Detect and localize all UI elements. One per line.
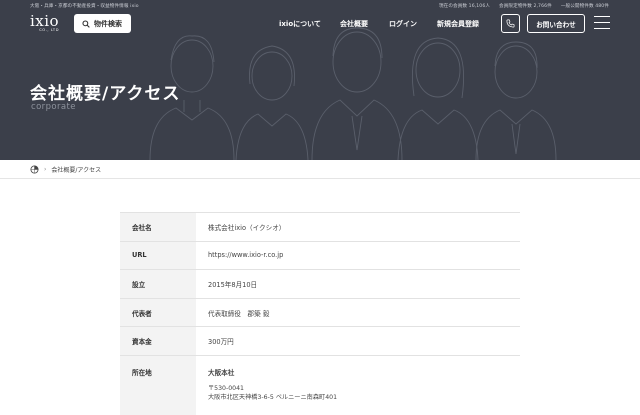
site-tagline: 大阪・兵庫・京都の不動産投資・収益物件情報 ixio	[30, 4, 139, 9]
row-label: 設立	[120, 269, 196, 299]
nav-company[interactable]: 会社概要	[340, 19, 368, 29]
row-value: 300万円	[196, 326, 520, 356]
address-value: 大阪本社 〒530-0041 大阪市北区天神橋3-6-5 ベルニーニ南森町401	[196, 354, 520, 415]
chevron-right-icon: ›	[44, 165, 47, 173]
nav-about[interactable]: ixioについて	[279, 19, 321, 29]
table-row: URL https://www.ixio-r.co.jp	[120, 240, 520, 270]
menu-icon[interactable]	[594, 16, 610, 30]
row-label: URL	[120, 240, 196, 270]
breadcrumb: › 会社概要/アクセス	[0, 160, 640, 179]
stat-member-listings: 会員限定物件数 2,766件	[499, 4, 552, 9]
nav-login[interactable]: ログイン	[389, 19, 417, 29]
row-value: 代表取締役 郡築 毅	[196, 297, 520, 327]
table-row: 代表者 代表取締役 郡築 毅	[120, 297, 520, 327]
phone-button[interactable]	[501, 14, 520, 33]
page-title: 会社概要/アクセス	[30, 84, 181, 104]
contact-button[interactable]: お問い合わせ	[527, 14, 585, 33]
phone-icon	[506, 19, 515, 28]
table-row: 会社名 株式会社ixio（イクシオ）	[120, 212, 520, 242]
row-label: 所在地	[120, 354, 196, 415]
page-subtitle: corporate	[31, 102, 76, 112]
top-info-bar: 大阪・兵庫・京都の不動産投資・収益物件情報 ixio 現在の会員数 16,106…	[0, 3, 640, 11]
row-value: 株式会社ixio（イクシオ）	[196, 212, 520, 242]
search-icon	[82, 19, 90, 28]
row-label: 資本金	[120, 326, 196, 356]
row-label: 代表者	[120, 297, 196, 327]
postal-code: 〒530-0041	[208, 384, 244, 392]
company-url-link[interactable]: https://www.ixio-r.co.jp	[196, 240, 520, 270]
table-row-address: 所在地 大阪本社 〒530-0041 大阪市北区天神橋3-6-5 ベルニーニ南森…	[120, 354, 520, 415]
row-label: 会社名	[120, 212, 196, 242]
stat-public-listings: 一般公開物件数 480件	[560, 4, 609, 9]
member-stats: 現在の会員数 16,106人 会員限定物件数 2,766件 一般公開物件数 48…	[439, 3, 609, 9]
hero-banner: 大阪・兵庫・京都の不動産投資・収益物件情報 ixio 現在の会員数 16,106…	[0, 0, 640, 160]
breadcrumb-current: 会社概要/アクセス	[51, 166, 102, 174]
company-info-table: 会社名 株式会社ixio（イクシオ） URL https://www.ixio-…	[120, 212, 520, 415]
office-name: 大阪本社	[208, 368, 235, 377]
table-row: 資本金 300万円	[120, 326, 520, 356]
property-search-label: 物件検索	[94, 19, 122, 28]
logo-text: ixio	[30, 12, 60, 30]
home-icon[interactable]	[30, 164, 39, 174]
row-value: 2015年8月10日	[196, 269, 520, 299]
site-logo[interactable]: ixio CO., LTD	[30, 13, 59, 32]
table-row: 設立 2015年8月10日	[120, 269, 520, 299]
property-search-button[interactable]: 物件検索	[74, 14, 131, 33]
street-address: 大阪市北区天神橋3-6-5 ベルニーニ南森町401	[208, 394, 338, 402]
stat-members: 現在の会員数 16,106人	[438, 4, 491, 9]
nav-register[interactable]: 新規会員登録	[437, 19, 479, 29]
